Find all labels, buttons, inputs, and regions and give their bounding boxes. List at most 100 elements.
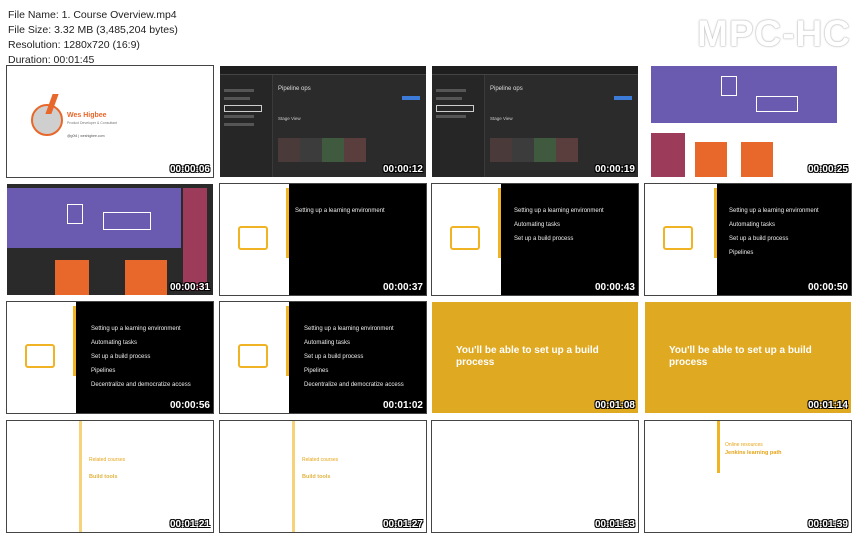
orange-block <box>695 142 727 177</box>
pattern-panel <box>432 184 501 295</box>
file-info: File Name: 1. Course Overview.mp4 File S… <box>8 8 178 68</box>
bullet-3: Set up a build process <box>729 236 789 242</box>
bullet-2: Automating tasks <box>304 340 351 346</box>
timestamp: 00:00:06 <box>169 164 210 175</box>
timestamp: 00:01:02 <box>382 400 423 411</box>
maroon-column <box>183 188 207 291</box>
bullet-3: Set up a build process <box>514 236 574 242</box>
stage-view-label: Stage View <box>490 116 513 121</box>
pattern-panel <box>220 302 289 413</box>
orange-block <box>741 142 773 177</box>
bullet-2: Automating tasks <box>729 222 776 228</box>
accent-bar <box>292 421 295 532</box>
thumbnail-4[interactable]: 00:00:25 <box>645 66 851 177</box>
page-heading: Pipeline ops <box>278 86 311 92</box>
file-resolution: Resolution: 1280x720 (16:9) <box>8 39 140 51</box>
timestamp: 00:01:21 <box>169 519 210 530</box>
thumbnail-14[interactable]: Related courses Build tools 00:01:27 <box>219 420 427 533</box>
thumbnail-2[interactable]: Pipeline ops Stage View 00:00:12 <box>220 66 426 177</box>
sidebar <box>220 75 273 177</box>
slide-text: You'll be able to set up a build process <box>456 345 599 368</box>
bullet-1: Setting up a learning environment <box>514 208 604 214</box>
api-box <box>756 96 798 112</box>
timestamp: 00:01:33 <box>594 519 635 530</box>
author-name: Wes Higbee <box>67 112 107 119</box>
pattern-panel <box>645 184 717 295</box>
thumbnail-9[interactable]: Setting up a learning environment Automa… <box>6 301 214 414</box>
timestamp: 00:00:43 <box>594 282 635 293</box>
timestamp: 00:00:25 <box>807 164 848 175</box>
bullet-4: Pipelines <box>304 368 329 374</box>
bullet-3: Set up a build process <box>91 354 151 360</box>
slide-title: Build tools <box>89 474 118 480</box>
timestamp: 00:00:12 <box>382 164 423 175</box>
thumbnail-5[interactable]: 00:00:31 <box>7 184 213 295</box>
author-handle: @g0t4 | weshigbee.com <box>67 134 105 138</box>
accent-bar <box>79 421 82 532</box>
browser-toolbar <box>432 66 638 75</box>
stage-view-label: Stage View <box>278 116 301 121</box>
thumbnail-13[interactable]: Related courses Build tools 00:01:21 <box>6 420 214 533</box>
pattern-panel <box>7 302 76 413</box>
slide-title: Jenkins learning path <box>725 450 782 456</box>
timestamp: 00:01:14 <box>807 400 848 411</box>
timestamp: 00:01:08 <box>594 400 635 411</box>
bullet-1: Setting up a learning environment <box>729 208 819 214</box>
file-name: File Name: 1. Course Overview.mp4 <box>8 9 177 21</box>
thumbnail-11[interactable]: You'll be able to set up a build process… <box>432 302 638 413</box>
mpc-hc-logo: MPC-HC <box>697 13 851 54</box>
kicker-text: Related courses <box>89 457 126 463</box>
thumbnail-6[interactable]: Setting up a learning environment 00:00:… <box>219 183 427 296</box>
bullet-1: Setting up a learning environment <box>304 326 394 332</box>
bullet-2: Automating tasks <box>91 340 138 346</box>
document-icon <box>67 204 83 224</box>
slide-text: You'll be able to set up a build process <box>669 345 812 368</box>
page-heading: Pipeline ops <box>490 86 523 92</box>
network-icon <box>663 226 693 250</box>
pattern-panel <box>220 184 289 295</box>
timestamp: 00:00:56 <box>169 400 210 411</box>
timestamp: 00:01:27 <box>382 519 423 530</box>
author-subtitle: Product Developer & Consultant <box>67 121 117 125</box>
action-button <box>614 96 632 100</box>
kicker-text: Online resources <box>725 442 763 448</box>
bullet-4: Pipelines <box>729 250 754 256</box>
browser-toolbar <box>220 66 426 75</box>
purple-block <box>651 66 837 123</box>
bullet-2: Automating tasks <box>514 222 561 228</box>
thumbnail-12[interactable]: You'll be able to set up a build process… <box>645 302 851 413</box>
bullet-1: Setting up a learning environment <box>295 208 385 214</box>
timestamp: 00:00:37 <box>382 282 423 293</box>
slide-title: Build tools <box>302 474 331 480</box>
network-icon <box>238 226 268 250</box>
orange-block <box>55 260 89 295</box>
document-icon <box>721 76 737 96</box>
stage-grid <box>490 138 580 162</box>
thumbnail-10[interactable]: Setting up a learning environment Automa… <box>219 301 427 414</box>
bullet-3: Set up a build process <box>304 354 364 360</box>
network-icon <box>450 226 480 250</box>
thumbnail-1[interactable]: Wes Higbee Product Developer & Consultan… <box>6 65 214 178</box>
stage-grid <box>278 138 368 162</box>
thumbnail-15[interactable]: 00:01:33 <box>431 420 639 533</box>
thumbnail-16[interactable]: Online resources Jenkins learning path 0… <box>644 420 852 533</box>
network-icon <box>25 344 55 368</box>
action-button <box>402 96 420 100</box>
bullet-5: Decentralize and democratize access <box>304 382 404 388</box>
network-icon <box>238 344 268 368</box>
maroon-block <box>651 133 685 177</box>
bullet-5: Decentralize and democratize access <box>91 382 191 388</box>
thumbnail-3[interactable]: Pipeline ops Stage View 00:00:19 <box>432 66 638 177</box>
bullet-1: Setting up a learning environment <box>91 326 181 332</box>
timestamp: 00:01:39 <box>807 519 848 530</box>
bullet-4: Pipelines <box>91 368 116 374</box>
black-panel <box>289 184 426 295</box>
timestamp: 00:00:31 <box>169 282 210 293</box>
thumbnail-8[interactable]: Setting up a learning environment Automa… <box>644 183 852 296</box>
accent-bar <box>717 421 720 473</box>
file-size: File Size: 3.32 MB (3,485,204 bytes) <box>8 24 178 36</box>
sidebar <box>432 75 485 177</box>
api-box <box>103 212 151 230</box>
timestamp: 00:00:50 <box>807 282 848 293</box>
thumbnail-7[interactable]: Setting up a learning environment Automa… <box>431 183 639 296</box>
